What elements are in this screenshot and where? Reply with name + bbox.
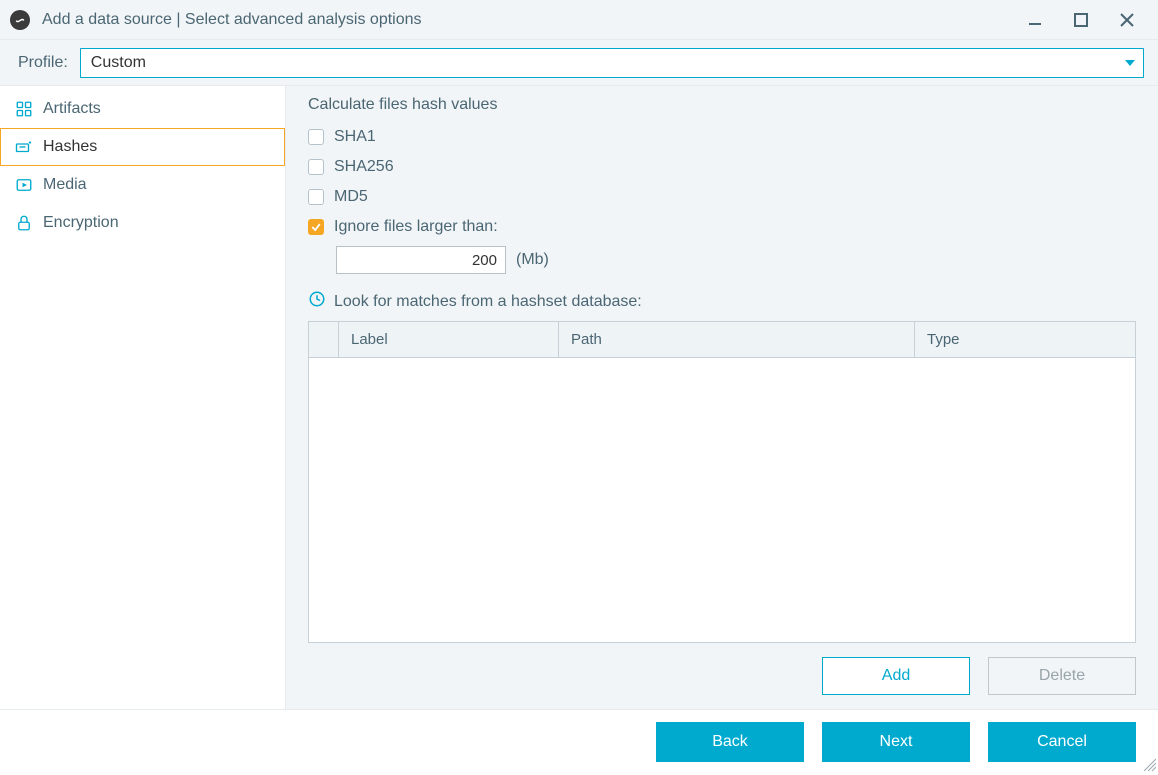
sha256-checkbox[interactable] (308, 159, 324, 175)
titlebar: Add a data source | Select advanced anal… (0, 0, 1158, 40)
ignore-value-row: (Mb) (336, 246, 1136, 274)
minimize-button[interactable] (1024, 9, 1046, 31)
profile-select-value: Custom (91, 54, 146, 72)
table-buttons: Add Delete (308, 657, 1136, 695)
table-body (309, 358, 1135, 642)
sidebar-item-media[interactable]: Media (0, 166, 285, 204)
close-button[interactable] (1116, 9, 1138, 31)
table-header-label[interactable]: Label (339, 322, 559, 357)
body: Artifacts Hashes Media Encryption Calcul… (0, 86, 1158, 709)
footer: Back Next Cancel (0, 709, 1158, 773)
checkbox-label: Ignore files larger than: (334, 218, 498, 236)
delete-button[interactable]: Delete (988, 657, 1136, 695)
hashset-table: Label Path Type (308, 321, 1136, 643)
resize-grip-icon[interactable] (1140, 755, 1156, 771)
add-button[interactable]: Add (822, 657, 970, 695)
table-header-checkbox[interactable] (309, 322, 339, 357)
play-icon (15, 176, 33, 194)
checkbox-row-sha256: SHA256 (308, 158, 1136, 176)
sidebar-item-encryption[interactable]: Encryption (0, 204, 285, 242)
sidebar-item-label: Media (43, 176, 87, 194)
table-header: Label Path Type (309, 322, 1135, 358)
cancel-button[interactable]: Cancel (988, 722, 1136, 762)
back-button[interactable]: Back (656, 722, 804, 762)
section-title: Calculate files hash values (308, 96, 1136, 114)
ignore-unit: (Mb) (516, 251, 549, 269)
lock-icon (15, 214, 33, 232)
sha1-checkbox[interactable] (308, 129, 324, 145)
table-header-type[interactable]: Type (915, 322, 1135, 357)
checkbox-label: SHA256 (334, 158, 394, 176)
table-header-path[interactable]: Path (559, 322, 915, 357)
sidebar: Artifacts Hashes Media Encryption (0, 86, 286, 709)
sidebar-item-label: Artifacts (43, 100, 101, 118)
sidebar-item-hashes[interactable]: Hashes (0, 128, 285, 166)
window-controls (1024, 9, 1148, 31)
window-title: Add a data source | Select advanced anal… (42, 11, 1024, 29)
grid-icon (15, 100, 33, 118)
hash-icon (15, 138, 33, 156)
ignore-size-input[interactable] (336, 246, 506, 274)
md5-checkbox[interactable] (308, 189, 324, 205)
sidebar-item-label: Hashes (43, 138, 97, 156)
clock-icon (308, 290, 326, 313)
next-button[interactable]: Next (822, 722, 970, 762)
sidebar-item-artifacts[interactable]: Artifacts (0, 90, 285, 128)
profile-select[interactable]: Custom (80, 48, 1144, 78)
checkbox-label: SHA1 (334, 128, 376, 146)
profile-label: Profile: (18, 54, 68, 72)
hashset-label-row: Look for matches from a hashset database… (308, 290, 1136, 313)
checkbox-row-sha1: SHA1 (308, 128, 1136, 146)
maximize-button[interactable] (1070, 9, 1092, 31)
chevron-down-icon (1125, 60, 1135, 66)
app-icon (10, 10, 30, 30)
hashset-label: Look for matches from a hashset database… (334, 293, 642, 311)
sidebar-item-label: Encryption (43, 214, 119, 232)
profile-row: Profile: Custom (0, 40, 1158, 86)
checkbox-row-md5: MD5 (308, 188, 1136, 206)
ignore-checkbox[interactable] (308, 219, 324, 235)
main-panel: Calculate files hash values SHA1 SHA256 … (286, 86, 1158, 709)
checkbox-row-ignore: Ignore files larger than: (308, 218, 1136, 236)
checkbox-label: MD5 (334, 188, 368, 206)
